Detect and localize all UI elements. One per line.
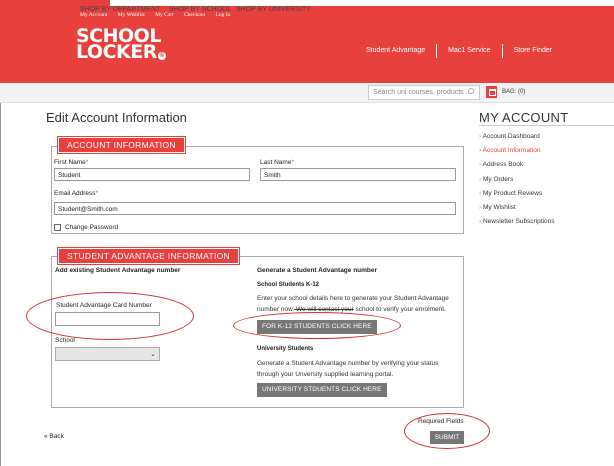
university-heading: University Students [257, 346, 314, 352]
student-advantage-legend: STUDENT ADVANTAGE INFORMATION [57, 247, 240, 265]
registered-mark: ® [157, 52, 166, 60]
mac1-service-link[interactable]: Mac1 Service [437, 44, 503, 58]
sidebar-title: MY ACCOUNT [479, 110, 569, 125]
sidebar-item-account-information[interactable]: Account Information [479, 147, 555, 161]
store-finder-link[interactable]: Store Finder [503, 44, 564, 58]
sidebar-item-my-wishlist[interactable]: My Wishlist [479, 204, 555, 218]
sidebar-item-address-book[interactable]: Address Book [479, 161, 555, 175]
first-name-field[interactable]: Student [54, 168, 250, 181]
nav-shop-by-school[interactable]: SHOP BY SCHOOL [169, 6, 231, 13]
search-icon[interactable] [468, 88, 474, 94]
change-password-label[interactable]: Change Password [65, 224, 118, 231]
school-select[interactable]: ⌄ [55, 347, 160, 361]
sidebar-item-my-product-reviews[interactable]: My Product Reviews [479, 190, 555, 204]
k12-heading: School Students K-12 [257, 282, 320, 288]
first-name-label: First Name* [54, 159, 89, 166]
student-advantage-link[interactable]: Student Advantage [366, 44, 438, 58]
email-label: Email Address* [54, 190, 99, 197]
change-password-checkbox[interactable] [54, 224, 61, 231]
page-title: Edit Account Information [46, 110, 187, 125]
sidebar-divider [479, 125, 614, 126]
header-right-links: Student Advantage Mac1 Service Store Fin… [366, 44, 563, 58]
logo-line-2: LOCKER [76, 41, 157, 63]
annotation-circle-k12-button [233, 312, 401, 339]
last-name-label: Last Name* [260, 159, 294, 166]
annotation-circle-card-number [26, 292, 194, 340]
account-information-legend: ACCOUNT INFORMATION [57, 136, 186, 154]
existing-number-heading: Add existing Student Advantage number [55, 267, 181, 274]
bag-icon[interactable] [486, 86, 497, 98]
back-link[interactable]: « Back [44, 433, 64, 440]
sidebar-item-newsletter-subscriptions[interactable]: Newsletter Subscriptions [479, 218, 555, 232]
email-field[interactable]: Student@Smith.com [54, 202, 456, 215]
school-locker-logo[interactable]: SCHOOL LOCKER ® [76, 27, 166, 63]
bag-count[interactable]: BAG: (0) [502, 89, 525, 95]
nav-shop-by-department[interactable]: SHOP BY DEPARTMENT [80, 6, 160, 13]
school-label: School [55, 337, 75, 344]
generate-number-heading: Generate a Student Advantage number [257, 267, 378, 274]
nav-shop-by-university[interactable]: SHOP BY UNIVERSITY [236, 6, 311, 13]
chevron-down-icon: ⌄ [150, 351, 156, 358]
account-information-section [51, 146, 464, 234]
last-name-field[interactable]: Smith [260, 168, 456, 181]
university-description: Generate a Student Advantage number by v… [257, 360, 439, 378]
university-students-button[interactable]: UNIVERSITY STDUENTS CLICK HERE [257, 383, 387, 397]
sidebar-item-my-orders[interactable]: My Orders [479, 176, 555, 190]
page-left-border [0, 103, 1, 466]
sidebar-item-account-dashboard[interactable]: Account Dashboard [479, 133, 555, 147]
account-nav: Account Dashboard Account Information Ad… [479, 133, 555, 232]
search-input[interactable]: Search uni courses, products ... [368, 85, 480, 100]
annotation-circle-submit [404, 413, 490, 449]
